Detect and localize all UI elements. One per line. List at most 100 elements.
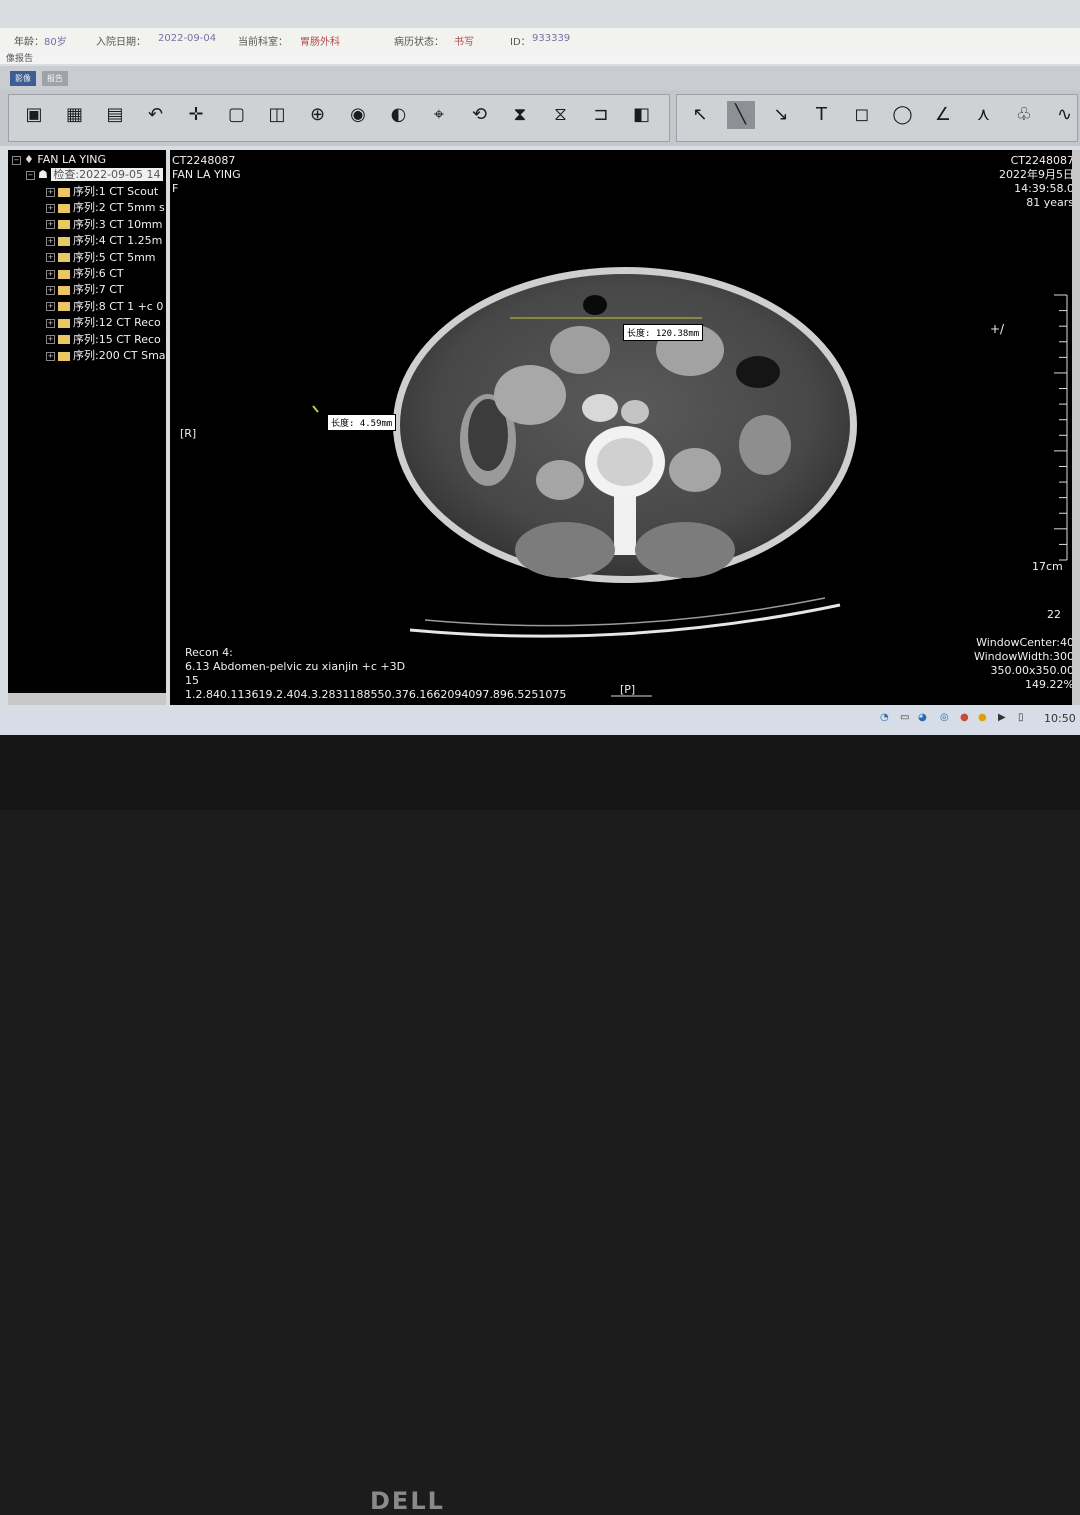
tab-images[interactable]: 影像 (10, 71, 36, 86)
overlay-patient-age: 81 years (1026, 196, 1074, 209)
orientation-right-label: [R] (180, 427, 197, 440)
lung-icon[interactable]: ♧ (1010, 101, 1038, 129)
magnifier-icon[interactable]: ◉ (344, 101, 372, 129)
tree-patient-node[interactable]: − ♦ FAN LA YING (12, 152, 106, 168)
expand-icon[interactable]: + (46, 203, 55, 213)
tree-series-item[interactable]: + 序列:1 CT Scout (46, 184, 158, 200)
ellipse-icon[interactable]: ◯ (889, 101, 917, 129)
measurement-label-2[interactable]: 长度: 4.59mm (327, 414, 397, 431)
image-report-menu[interactable]: 像报告 (6, 51, 33, 64)
tree-series-item[interactable]: + 序列:12 CT Reco (46, 315, 161, 331)
tree-series-item[interactable]: + 序列:8 CT 1 +c 0 (46, 299, 163, 315)
tree-series-label: 序列:15 CT Reco (73, 332, 161, 346)
viewer-vertical-scrollbar[interactable] (1072, 150, 1080, 705)
curve-icon[interactable]: ∿ (1051, 101, 1079, 129)
undo-icon[interactable]: ↶ (142, 101, 170, 129)
collapse-icon[interactable]: − (26, 170, 35, 180)
rectangle-icon[interactable]: ◻ (848, 101, 876, 129)
distance-scale-ruler (1054, 294, 1068, 561)
tree-series-item[interactable]: + 序列:3 CT 10mm (46, 217, 163, 233)
notification-icon[interactable]: ● (978, 712, 987, 723)
tree-series-item[interactable]: + 序列:200 CT Sma (46, 348, 166, 364)
series-icon[interactable]: ▤ (101, 101, 129, 129)
tree-series-item[interactable]: + 序列:5 CT 5mm (46, 250, 156, 266)
overlay-top-right: CT2248087 2022年9月5日 14:39:58.0 81 years (999, 154, 1074, 210)
line-icon[interactable]: ╲ (726, 101, 755, 129)
image-viewport[interactable]: CT2248087 FAN LA YING F CT2248087 2022年9… (170, 150, 1080, 705)
text-icon[interactable]: T (808, 101, 836, 129)
series-tree: − ♦ FAN LA YING − ☗ 检查:2022-09-05 14 + 序列:1… (8, 150, 166, 705)
pan-icon[interactable]: ✛ (182, 101, 210, 129)
overlay-window-width: WindowWidth:300 (973, 650, 1074, 663)
pointer-icon[interactable]: ↖ (686, 101, 714, 129)
ct-table (409, 603, 841, 638)
tree-series-item[interactable]: + 序列:4 CT 1.25m (46, 233, 162, 249)
ct-table-edge (424, 597, 826, 627)
angle-icon[interactable]: ∠ (929, 101, 957, 129)
tree-series-item[interactable]: + 序列:7 CT (46, 282, 124, 298)
cursor-indicator: +/ (990, 322, 1005, 336)
tree-series-item[interactable]: + 序列:2 CT 5mm s (46, 200, 165, 216)
measurement-label-1[interactable]: 长度: 120.38mm (623, 324, 704, 341)
tree-patient-name: FAN LA YING (37, 153, 107, 166)
folder-icon (58, 220, 70, 230)
crosshair-icon[interactable]: ⌖ (425, 101, 453, 129)
tree-series-label: 序列:1 CT Scout (73, 185, 159, 198)
window-level-icon[interactable]: ◐ (385, 101, 413, 129)
overlay-study-date: 2022年9月5日 (999, 168, 1074, 181)
expand-icon[interactable]: + (46, 269, 55, 279)
rotate-icon[interactable]: ⟲ (466, 101, 494, 129)
overlay-top-left: CT2248087 FAN LA YING F (172, 154, 241, 196)
small-bowel-loop (536, 460, 584, 500)
measurement-line-2[interactable] (312, 405, 319, 413)
folder-icon (58, 269, 70, 279)
volume-icon[interactable]: ▶ (998, 712, 1006, 723)
flip-vertical-icon[interactable]: ⧗ (506, 101, 534, 129)
expand-icon[interactable]: + (46, 335, 55, 345)
security-icon[interactable]: ● (960, 712, 969, 723)
id-value: 933339 (532, 33, 571, 44)
zoom-icon[interactable]: ⊕ (304, 101, 332, 129)
overlay-study-id-right: CT2248087 (1010, 154, 1074, 167)
admit-date-label: 入院日期： (96, 37, 146, 48)
expand-icon[interactable]: + (46, 236, 55, 246)
tree-study-label: 检查:2022-09-05 14 (51, 168, 163, 181)
collapse-icon[interactable]: − (12, 155, 21, 165)
power-icon[interactable]: ▯ (1018, 712, 1024, 723)
network-icon[interactable]: ◔ (880, 712, 889, 723)
zoom-box-icon[interactable]: ▢ (223, 101, 251, 129)
tree-series-item[interactable]: + 序列:15 CT Reco (46, 332, 161, 348)
expand-icon[interactable]: + (46, 220, 55, 230)
tab-report[interactable]: 报告 (42, 71, 68, 86)
overlay-window-center: WindowCenter:40 (976, 636, 1074, 649)
expand-icon[interactable]: + (46, 351, 55, 361)
clock-app-icon[interactable]: ◕ (918, 712, 927, 723)
overlay-uid: 1.2.840.113619.2.404.3.2831188550.376.16… (185, 688, 567, 701)
input-method-icon[interactable]: ◎ (940, 712, 949, 723)
keyboard-icon[interactable]: ▭ (900, 712, 909, 723)
tree-series-item[interactable]: + 序列:6 CT (46, 266, 124, 282)
open-icon[interactable]: ▣ (20, 101, 48, 129)
expand-icon[interactable]: + (46, 285, 55, 295)
expand-icon[interactable]: + (46, 187, 55, 197)
overlay-image-number: 15 (185, 674, 199, 687)
expand-icon[interactable]: + (46, 318, 55, 328)
invert-icon[interactable]: ◧ (628, 101, 656, 129)
overlay-zoom: 149.22% (1025, 678, 1074, 691)
magnify-region-icon[interactable]: ◫ (263, 101, 291, 129)
expand-icon[interactable]: + (46, 253, 55, 263)
cobb-angle-icon[interactable]: ⋏ (970, 101, 998, 129)
arrow-icon[interactable]: ↘ (767, 101, 795, 129)
colon-left (739, 415, 791, 475)
tree-horizontal-scrollbar[interactable] (8, 693, 166, 705)
reset-icon[interactable]: ⊐ (587, 101, 615, 129)
spinous-process (614, 495, 636, 555)
folder-icon (58, 302, 70, 312)
taskbar-clock[interactable]: 10:50 (1044, 712, 1076, 725)
flip-horizontal-icon[interactable]: ⧖ (547, 101, 575, 129)
layout-grid-icon[interactable]: ▦ (61, 101, 89, 129)
folder-icon (58, 285, 70, 295)
tree-study-node[interactable]: − ☗ 检查:2022-09-05 14 (26, 167, 163, 183)
expand-icon[interactable]: + (46, 302, 55, 312)
overlay-patient-name: FAN LA YING (172, 168, 241, 181)
